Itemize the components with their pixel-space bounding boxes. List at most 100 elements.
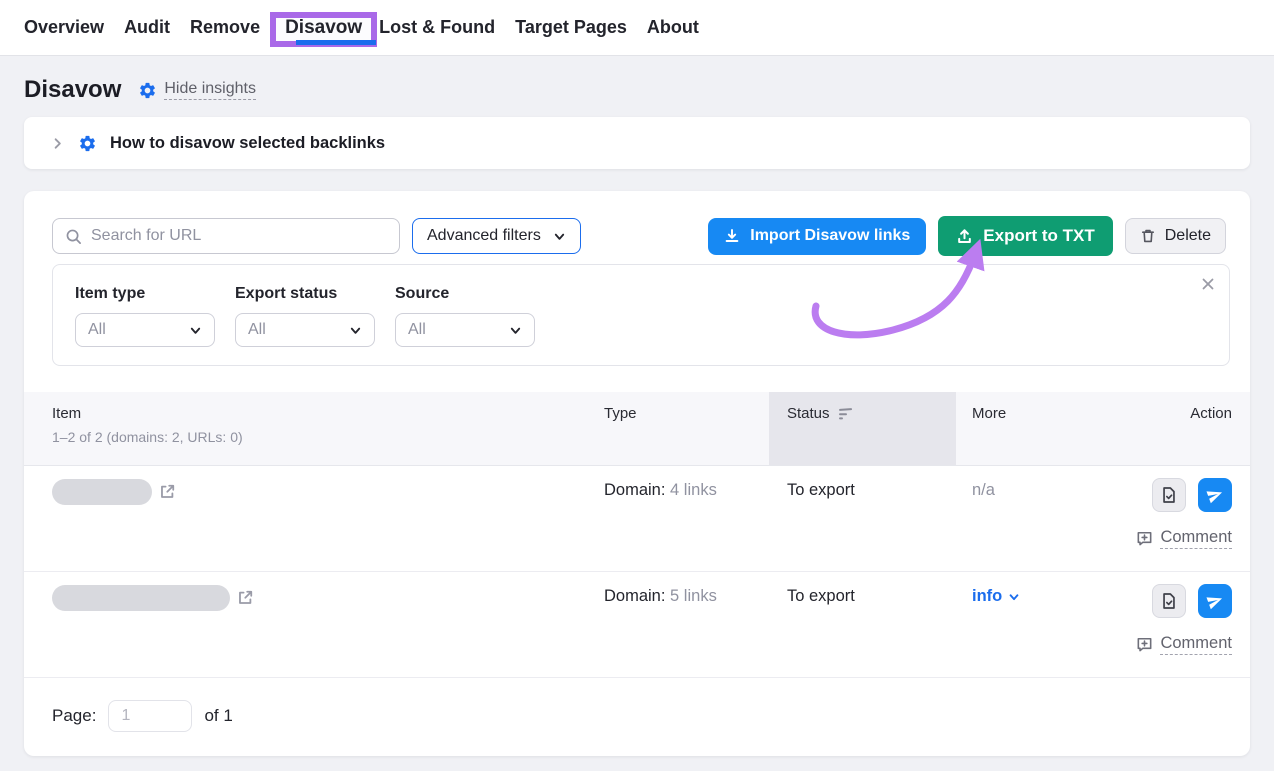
advanced-filters-label: Advanced filters — [427, 227, 541, 245]
send-to-google-button[interactable] — [1198, 478, 1232, 512]
document-check-icon — [1160, 592, 1178, 610]
chevron-down-icon — [1008, 591, 1020, 603]
type-label: Domain: — [604, 587, 665, 605]
tab-audit[interactable]: Audit — [124, 17, 170, 38]
filter-item-type-value: All — [88, 321, 106, 339]
redacted-domain — [52, 479, 152, 505]
comment-plus-icon — [1136, 530, 1153, 547]
upload-icon — [956, 228, 973, 245]
page-total-label: of 1 — [204, 706, 232, 726]
export-item-button[interactable] — [1152, 478, 1186, 512]
send-to-google-button[interactable] — [1198, 584, 1232, 618]
filter-source: Source All — [395, 285, 535, 347]
links-count[interactable]: 4 links — [670, 481, 717, 499]
disavow-list-card: Advanced filters Import Disavow links Ex… — [24, 191, 1250, 756]
chevron-down-icon — [553, 230, 566, 243]
type-cell: Domain: 4 links — [604, 466, 769, 571]
column-header-item[interactable]: Item 1–2 of 2 (domains: 2, URLs: 0) — [24, 392, 604, 465]
comment-label: Comment — [1160, 634, 1232, 655]
backlink-audit-tabs: Overview Audit Remove Disavow Lost & Fou… — [0, 0, 1274, 56]
table-header-row: Item 1–2 of 2 (domains: 2, URLs: 0) Type… — [24, 392, 1250, 466]
chevron-down-icon — [189, 324, 202, 337]
export-to-txt-label: Export to TXT — [983, 226, 1094, 246]
comment-link[interactable]: Comment — [1084, 634, 1232, 655]
pagination: Page: of 1 — [24, 678, 1250, 756]
status-cell: To export — [769, 572, 956, 677]
delete-button[interactable]: Delete — [1125, 218, 1226, 254]
external-link-icon[interactable] — [237, 589, 254, 606]
tab-overview[interactable]: Overview — [24, 17, 104, 38]
search-url-input[interactable] — [91, 227, 387, 245]
comment-label: Comment — [1160, 528, 1232, 549]
table-row: Domain: 5 links To export info — [24, 572, 1250, 678]
links-count[interactable]: 5 links — [670, 587, 717, 605]
filter-source-value: All — [408, 321, 426, 339]
insights-banner[interactable]: How to disavow selected backlinks — [24, 117, 1250, 169]
export-to-txt-button[interactable]: Export to TXT — [938, 216, 1112, 256]
info-dropdown-link[interactable]: info — [972, 587, 1020, 606]
filter-export-status-label: Export status — [235, 285, 375, 303]
import-disavow-links-label: Import Disavow links — [750, 227, 910, 245]
search-url-box[interactable] — [52, 218, 400, 254]
trash-icon — [1140, 228, 1156, 244]
filter-source-select[interactable]: All — [395, 313, 535, 347]
export-item-button[interactable] — [1152, 584, 1186, 618]
page-title: Disavow — [24, 76, 121, 104]
filter-item-type-label: Item type — [75, 285, 215, 303]
external-link-icon[interactable] — [159, 483, 176, 500]
column-header-action: Action — [1084, 392, 1250, 465]
search-icon — [65, 228, 82, 245]
filter-export-status-select[interactable]: All — [235, 313, 375, 347]
import-disavow-links-button[interactable]: Import Disavow links — [708, 218, 926, 255]
tab-lost-and-found[interactable]: Lost & Found — [379, 17, 495, 38]
comment-link[interactable]: Comment — [1084, 528, 1232, 549]
tab-disavow-wrapper: Disavow — [270, 17, 377, 39]
table-row: Domain: 4 links To export n/a — [24, 466, 1250, 572]
more-cell: n/a — [956, 466, 1084, 571]
column-header-status-label: Status — [787, 405, 830, 422]
tab-about[interactable]: About — [647, 17, 699, 38]
filter-source-label: Source — [395, 285, 535, 303]
advanced-filters-button[interactable]: Advanced filters — [412, 218, 581, 254]
action-cell: Comment — [1084, 466, 1250, 571]
chevron-down-icon — [349, 324, 362, 337]
item-cell — [24, 466, 604, 571]
comment-plus-icon — [1136, 636, 1153, 653]
hide-insights-label: Hide insights — [164, 80, 256, 100]
type-cell: Domain: 5 links — [604, 572, 769, 677]
column-header-type[interactable]: Type — [604, 392, 769, 465]
gear-icon — [138, 81, 157, 100]
filter-item-type-select[interactable]: All — [75, 313, 215, 347]
page-number-input[interactable] — [108, 700, 192, 732]
chevron-down-icon — [509, 324, 522, 337]
action-cell: Comment — [1084, 572, 1250, 677]
toolbar: Advanced filters Import Disavow links Ex… — [24, 216, 1250, 256]
table-summary: 1–2 of 2 (domains: 2, URLs: 0) — [52, 429, 604, 445]
info-label: info — [972, 587, 1002, 606]
tab-remove[interactable]: Remove — [190, 17, 260, 38]
column-header-item-label: Item — [52, 405, 604, 422]
tab-disavow[interactable]: Disavow — [285, 17, 362, 38]
document-check-icon — [1160, 486, 1178, 504]
filter-export-status-value: All — [248, 321, 266, 339]
filter-export-status: Export status All — [235, 285, 375, 347]
filter-panel: Item type All Export status All — [52, 264, 1230, 366]
hide-insights-link[interactable]: Hide insights — [138, 80, 256, 100]
column-header-status[interactable]: Status — [769, 392, 956, 465]
more-cell: info — [956, 572, 1084, 677]
send-icon — [1206, 592, 1224, 610]
chevron-right-icon[interactable] — [50, 136, 65, 151]
column-header-more[interactable]: More — [956, 392, 1084, 465]
item-cell — [24, 572, 604, 677]
download-icon — [724, 228, 740, 244]
filter-item-type: Item type All — [75, 285, 215, 347]
close-icon[interactable] — [1200, 276, 1216, 292]
page-label: Page: — [52, 706, 96, 726]
gear-icon — [78, 134, 97, 153]
status-cell: To export — [769, 466, 956, 571]
tab-target-pages[interactable]: Target Pages — [515, 17, 627, 38]
type-label: Domain: — [604, 481, 665, 499]
delete-label: Delete — [1165, 227, 1211, 245]
send-icon — [1206, 486, 1224, 504]
redacted-domain — [52, 585, 230, 611]
